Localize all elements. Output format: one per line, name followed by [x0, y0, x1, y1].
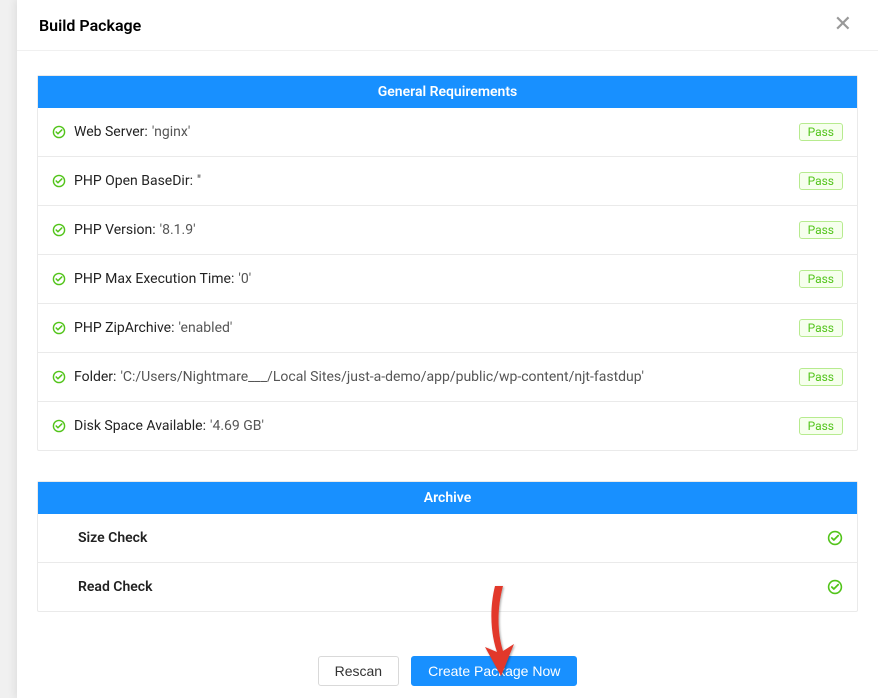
req-label: PHP ZipArchive: — [74, 320, 174, 336]
modal-header: Build Package ✕ — [17, 0, 878, 51]
req-folder[interactable]: Folder: 'C:/Users/Nightmare___/Local Sit… — [38, 353, 857, 402]
status-badge: Pass — [799, 417, 843, 435]
check-icon — [827, 579, 843, 595]
status-badge: Pass — [799, 172, 843, 190]
req-value: 'nginx' — [152, 124, 190, 140]
req-value: 'enabled' — [178, 320, 232, 336]
create-package-button[interactable]: Create Package Now — [411, 656, 577, 686]
check-icon — [52, 174, 66, 188]
status-badge: Pass — [799, 123, 843, 141]
req-web-server[interactable]: Web Server: 'nginx' Pass — [38, 108, 857, 157]
req-label: Disk Space Available: — [74, 418, 206, 434]
req-value: '0' — [238, 271, 251, 287]
archive-item-label: Size Check — [78, 530, 147, 546]
archive-section: Archive Size Check Read Check — [37, 481, 858, 612]
modal-body: General Requirements Web Server: 'nginx'… — [17, 51, 878, 696]
status-badge: Pass — [799, 270, 843, 288]
req-value: '8.1.9' — [160, 222, 196, 238]
req-label: Web Server: — [74, 124, 148, 140]
archive-item-label: Read Check — [78, 579, 153, 595]
check-icon — [52, 370, 66, 384]
close-icon[interactable]: ✕ — [830, 14, 856, 36]
req-value: '' — [197, 173, 201, 189]
modal-title: Build Package — [39, 16, 141, 35]
req-label: Folder: — [74, 369, 116, 385]
req-php-ziparchive[interactable]: PHP ZipArchive: 'enabled' Pass — [38, 304, 857, 353]
req-php-max-exec[interactable]: PHP Max Execution Time: '0' Pass — [38, 255, 857, 304]
archive-read-check[interactable]: Read Check — [38, 563, 857, 611]
req-value: 'C:/Users/Nightmare___/Local Sites/just-… — [120, 369, 643, 385]
status-badge: Pass — [799, 368, 843, 386]
general-requirements-header: General Requirements — [38, 76, 857, 108]
archive-header: Archive — [38, 482, 857, 514]
check-icon — [52, 419, 66, 433]
req-label: PHP Max Execution Time: — [74, 271, 234, 287]
archive-size-check[interactable]: Size Check — [38, 514, 857, 563]
modal-footer: Rescan Create Package Now — [37, 642, 858, 696]
req-php-open-basedir[interactable]: PHP Open BaseDir: '' Pass — [38, 157, 857, 206]
status-badge: Pass — [799, 221, 843, 239]
rescan-button[interactable]: Rescan — [318, 656, 399, 686]
check-icon — [52, 321, 66, 335]
check-icon — [52, 272, 66, 286]
build-package-modal: Build Package ✕ General Requirements Web… — [17, 0, 878, 698]
req-label: PHP Open BaseDir: — [74, 173, 193, 189]
check-icon — [827, 530, 843, 546]
req-disk-space[interactable]: Disk Space Available: '4.69 GB' Pass — [38, 402, 857, 450]
check-icon — [52, 223, 66, 237]
req-php-version[interactable]: PHP Version: '8.1.9' Pass — [38, 206, 857, 255]
req-value: '4.69 GB' — [210, 418, 264, 434]
general-requirements-section: General Requirements Web Server: 'nginx'… — [37, 75, 858, 451]
status-badge: Pass — [799, 319, 843, 337]
req-label: PHP Version: — [74, 222, 156, 238]
check-icon — [52, 125, 66, 139]
